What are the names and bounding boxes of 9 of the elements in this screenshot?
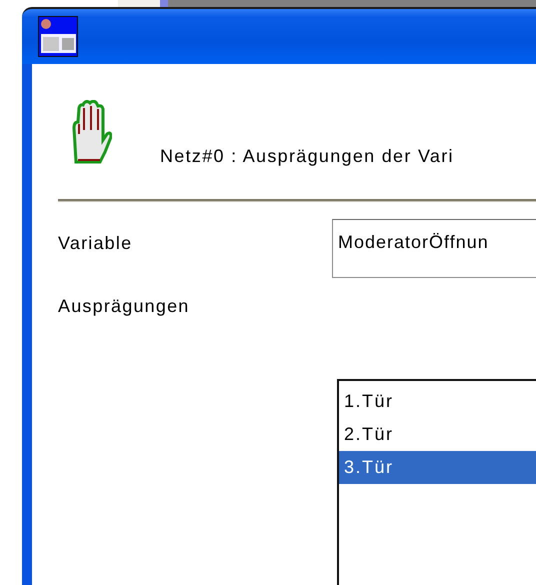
field-label: Variable xyxy=(58,233,134,253)
window-icon[interactable] xyxy=(38,16,78,57)
hand-icon xyxy=(70,100,112,166)
list-item[interactable]: 2.Tür xyxy=(339,418,536,451)
header-text: Netz#0 : Ausprägungen der Vari xyxy=(160,146,454,166)
list-item[interactable]: 3.Tür xyxy=(339,451,536,484)
variable-field[interactable]: ModeratorÖffnun xyxy=(332,219,536,278)
list-item[interactable]: 1.Tür xyxy=(339,385,536,418)
field-label: Ausprägungen xyxy=(58,296,190,316)
